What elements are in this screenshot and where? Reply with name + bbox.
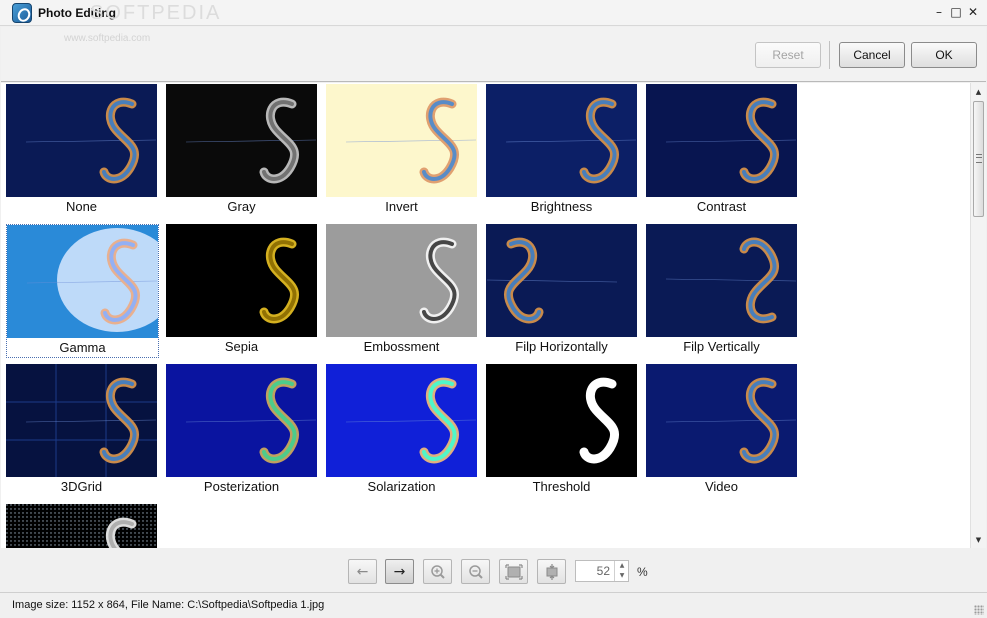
fit-to-window-icon: [504, 563, 523, 580]
scrollbar-thumb[interactable]: [973, 101, 984, 217]
effect-label: Contrast: [696, 199, 747, 214]
softpedia-watermark: SOFTPEDIA: [90, 2, 222, 24]
toolbar-separator: [829, 41, 830, 69]
effect-tile-invert[interactable]: Invert: [326, 84, 479, 218]
effect-label: Invert: [385, 199, 418, 214]
effect-thumbnail[interactable]: [646, 224, 797, 337]
spin-up-icon[interactable]: ▲: [614, 561, 629, 571]
effect-label: Sepia: [224, 339, 259, 354]
zoom-out-button[interactable]: [461, 559, 490, 584]
actual-size-button[interactable]: [537, 559, 566, 584]
effect-thumbnail[interactable]: [326, 364, 477, 477]
effect-label: Solarization: [367, 479, 436, 494]
effect-tile-brightness[interactable]: Brightness: [486, 84, 639, 218]
effect-thumbnail[interactable]: [166, 364, 317, 477]
scroll-down-icon[interactable]: ▼: [971, 533, 986, 547]
effect-label: Filp Horizontally: [515, 339, 608, 354]
fit-to-window-button[interactable]: [499, 559, 528, 584]
effect-tile-dots[interactable]: [6, 504, 159, 548]
effect-tile-poster[interactable]: Posterization: [166, 364, 319, 498]
effect-thumbnail[interactable]: [326, 224, 477, 337]
reset-button[interactable]: Reset: [755, 42, 821, 68]
effect-tile-contrast[interactable]: Contrast: [646, 84, 799, 218]
zoom-unit-label: %: [637, 565, 648, 579]
status-text: Image size: 1152 x 864, File Name: C:\So…: [12, 599, 325, 611]
effect-thumbnail[interactable]: [6, 504, 157, 548]
effect-tile-sepia[interactable]: Sepia: [166, 224, 319, 358]
previous-button[interactable]: ←: [348, 559, 377, 584]
effect-tile-video[interactable]: Video: [646, 364, 799, 498]
effect-tile-fliph[interactable]: Filp Horizontally: [486, 224, 639, 358]
title-bar: Photo Editing SOFTPEDIA – □ ✕: [0, 0, 987, 26]
effect-label: Posterization: [203, 479, 280, 494]
resize-grip-icon[interactable]: [974, 605, 984, 615]
app-icon: [12, 3, 32, 23]
arrow-right-icon: →: [393, 563, 406, 580]
effect-tile-flipv[interactable]: Filp Vertically: [646, 224, 799, 358]
minimize-button[interactable]: –: [932, 5, 946, 19]
effect-label: Gamma: [59, 340, 106, 355]
effect-thumbnail[interactable]: [486, 84, 637, 197]
softpedia-url-watermark: www.softpedia.com: [64, 33, 151, 44]
effect-label: Embossment: [363, 339, 440, 354]
effect-tile-threshold[interactable]: Threshold: [486, 364, 639, 498]
spin-down-icon[interactable]: ▼: [614, 571, 629, 581]
effect-tile-grid[interactable]: 3DGrid: [6, 364, 159, 498]
effect-thumbnail[interactable]: [486, 224, 637, 337]
effect-thumbnail[interactable]: [646, 84, 797, 197]
actual-size-icon: [546, 563, 557, 580]
effect-label: 3DGrid: [60, 479, 103, 494]
zoom-in-icon: [430, 564, 445, 579]
maximize-button[interactable]: □: [949, 5, 963, 19]
cancel-button[interactable]: Cancel: [839, 42, 905, 68]
effect-thumbnail[interactable]: [326, 84, 477, 197]
close-button[interactable]: ✕: [966, 5, 980, 19]
effect-label: Threshold: [532, 479, 591, 494]
effect-label: Video: [704, 479, 738, 494]
zoom-out-icon: [468, 564, 483, 579]
effect-thumbnail[interactable]: [166, 84, 317, 197]
arrow-left-icon: ←: [356, 563, 369, 580]
effect-label: Brightness: [530, 199, 593, 214]
effect-tile-none[interactable]: None: [6, 84, 159, 218]
effect-tile-gamma[interactable]: Gamma: [6, 224, 159, 358]
effect-thumbnail[interactable]: [6, 84, 157, 197]
effects-gallery: None Gray Invert Brightness Contrast Gamma Sep…: [1, 83, 970, 548]
effect-tile-emboss[interactable]: Embossment: [326, 224, 479, 358]
effect-thumbnail[interactable]: [166, 224, 317, 337]
zoom-in-button[interactable]: [423, 559, 452, 584]
effect-label: Gray: [227, 199, 256, 214]
vertical-scrollbar[interactable]: ▲ ▼: [970, 83, 986, 548]
next-button[interactable]: →: [385, 559, 414, 584]
grip-icon: [976, 154, 982, 163]
scroll-up-icon[interactable]: ▲: [971, 85, 986, 99]
effect-tile-gray[interactable]: Gray: [166, 84, 319, 218]
effect-tile-solar[interactable]: Solarization: [326, 364, 479, 498]
effect-thumbnail[interactable]: [7, 225, 158, 338]
effect-label: Filp Vertically: [683, 339, 760, 354]
effect-label: None: [65, 199, 98, 214]
status-bar: Image size: 1152 x 864, File Name: C:\So…: [0, 592, 987, 618]
effect-thumbnail[interactable]: [6, 364, 157, 477]
zoom-stepper[interactable]: 52 ▲ ▼: [575, 560, 629, 582]
zoom-value[interactable]: 52: [576, 564, 610, 578]
effect-thumbnail[interactable]: [486, 364, 637, 477]
effect-thumbnail[interactable]: [646, 364, 797, 477]
ok-button[interactable]: OK: [911, 42, 977, 68]
